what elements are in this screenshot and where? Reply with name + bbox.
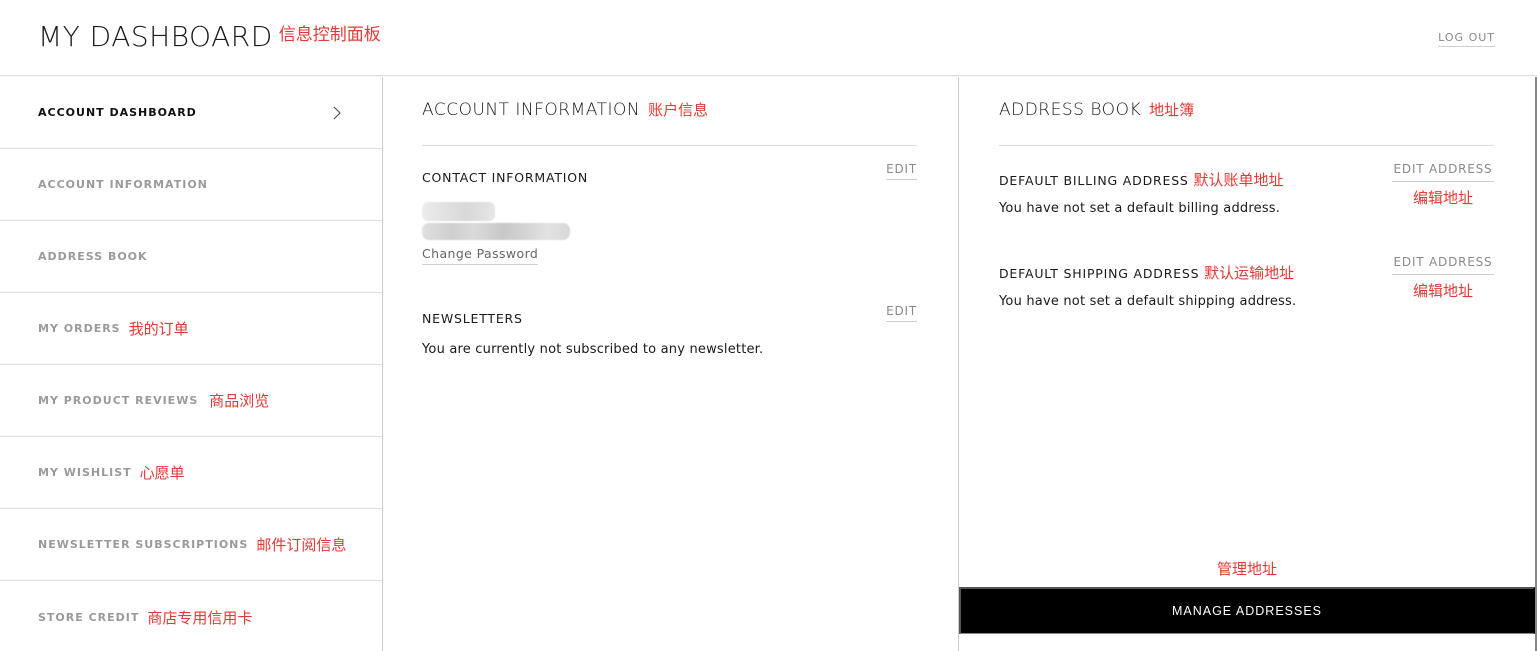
- sidebar-item-annotation: 我的订单: [128, 320, 189, 338]
- edit-billing-address-button[interactable]: EDIT ADDRESS: [1392, 162, 1494, 182]
- sidebar-item-annotation: 商店专用信用卡: [147, 608, 253, 627]
- address-book-title: ADDRESS BOOK 地址簿: [999, 99, 1194, 120]
- sidebar-item-label: MY WISHLIST: [38, 466, 132, 479]
- sidebar-item-my-orders[interactable]: MY ORDERS 我的订单: [0, 293, 382, 365]
- account-information-title: ACCOUNT INFORMATION 账户信息: [422, 99, 708, 120]
- sidebar-item-label: ACCOUNT DASHBOARD: [38, 106, 197, 119]
- billing-edit-group: EDIT ADDRESS 编辑地址: [1392, 162, 1494, 208]
- sidebar-item-label: NEWSLETTER SUBSCRIPTIONS: [38, 538, 249, 551]
- sidebar-item-store-credit[interactable]: STORE CREDIT 商店专用信用卡: [0, 581, 382, 651]
- page-title: MY DASHBOARD 信息控制面板: [38, 20, 381, 53]
- sidebar-nav: ACCOUNT DASHBOARD ACCOUNT INFORMATION AD…: [0, 77, 383, 651]
- manage-addresses-annotation: 管理地址: [1216, 560, 1277, 578]
- edit-newsletters-button[interactable]: EDIT: [886, 304, 917, 322]
- sidebar-item-label: MY PRODUCT REVIEWS: [38, 394, 199, 407]
- edit-shipping-annotation: 编辑地址: [1412, 282, 1473, 300]
- page-header: MY DASHBOARD 信息控制面板 LOG OUT: [0, 0, 1537, 76]
- billing-heading-text: DEFAULT BILLING ADDRESS: [999, 173, 1189, 188]
- manage-addresses-button[interactable]: MANAGE ADDRESSES: [959, 587, 1535, 634]
- logout-link[interactable]: LOG OUT: [1438, 31, 1495, 47]
- sidebar-item-label: ADDRESS BOOK: [38, 250, 148, 263]
- shipping-edit-group: EDIT ADDRESS 编辑地址: [1392, 255, 1494, 301]
- sidebar-item-label: STORE CREDIT: [38, 610, 140, 624]
- sidebar-item-annotation: 邮件订阅信息: [256, 536, 347, 554]
- sidebar-item-my-product-reviews[interactable]: MY PRODUCT REVIEWS 商品浏览: [0, 365, 382, 437]
- account-information-panel: ACCOUNT INFORMATION 账户信息 CONTACT INFORMAT…: [383, 77, 959, 651]
- redacted-name: [422, 202, 495, 221]
- section-title-text: ADDRESS BOOK: [999, 100, 1142, 120]
- sidebar-item-annotation: 心愿单: [139, 464, 185, 482]
- edit-billing-annotation: 编辑地址: [1412, 189, 1473, 207]
- contact-information-heading: CONTACT INFORMATION: [422, 170, 589, 185]
- page-title-annotation: 信息控制面板: [278, 25, 381, 45]
- address-book-panel: ADDRESS BOOK 地址簿 DEFAULT BILLING ADDRESS …: [959, 77, 1537, 651]
- sidebar-item-annotation: 商品浏览: [209, 392, 270, 410]
- chevron-right-icon: [333, 106, 341, 119]
- change-password-link[interactable]: Change Password: [422, 246, 539, 265]
- billing-heading-annotation: 默认账单地址: [1193, 171, 1284, 189]
- newsletters-heading: NEWSLETTERS: [422, 311, 523, 326]
- sidebar-item-label: MY ORDERS: [38, 322, 121, 335]
- billing-address-text: You have not set a default billing addre…: [999, 201, 1281, 216]
- section-title-annotation: 地址簿: [1149, 101, 1195, 119]
- edit-shipping-address-button[interactable]: EDIT ADDRESS: [1392, 255, 1494, 275]
- newsletter-status-text: You are currently not subscribed to any …: [422, 342, 764, 357]
- section-title-annotation: 账户信息: [648, 101, 709, 119]
- section-title-text: ACCOUNT INFORMATION: [422, 100, 641, 120]
- divider: [999, 145, 1494, 146]
- sidebar-item-my-wishlist[interactable]: MY WISHLIST 心愿单: [0, 437, 382, 509]
- default-shipping-heading: DEFAULT SHIPPING ADDRESS 默认运输地址: [999, 262, 1294, 283]
- shipping-heading-text: DEFAULT SHIPPING ADDRESS: [999, 266, 1200, 281]
- sidebar-item-newsletter-subscriptions[interactable]: NEWSLETTER SUBSCRIPTIONS 邮件订阅信息: [0, 509, 382, 581]
- divider: [422, 145, 917, 146]
- sidebar-item-address-book[interactable]: ADDRESS BOOK: [0, 221, 382, 293]
- default-billing-heading: DEFAULT BILLING ADDRESS 默认账单地址: [999, 169, 1283, 190]
- sidebar-item-account-dashboard[interactable]: ACCOUNT DASHBOARD: [0, 77, 382, 149]
- edit-contact-button[interactable]: EDIT: [886, 162, 917, 180]
- page-title-text: MY DASHBOARD: [38, 20, 273, 53]
- sidebar-item-account-information[interactable]: ACCOUNT INFORMATION: [0, 149, 382, 221]
- redacted-email: [422, 223, 570, 240]
- sidebar-item-label: ACCOUNT INFORMATION: [38, 178, 208, 191]
- shipping-heading-annotation: 默认运输地址: [1204, 264, 1295, 282]
- shipping-address-text: You have not set a default shipping addr…: [999, 294, 1297, 309]
